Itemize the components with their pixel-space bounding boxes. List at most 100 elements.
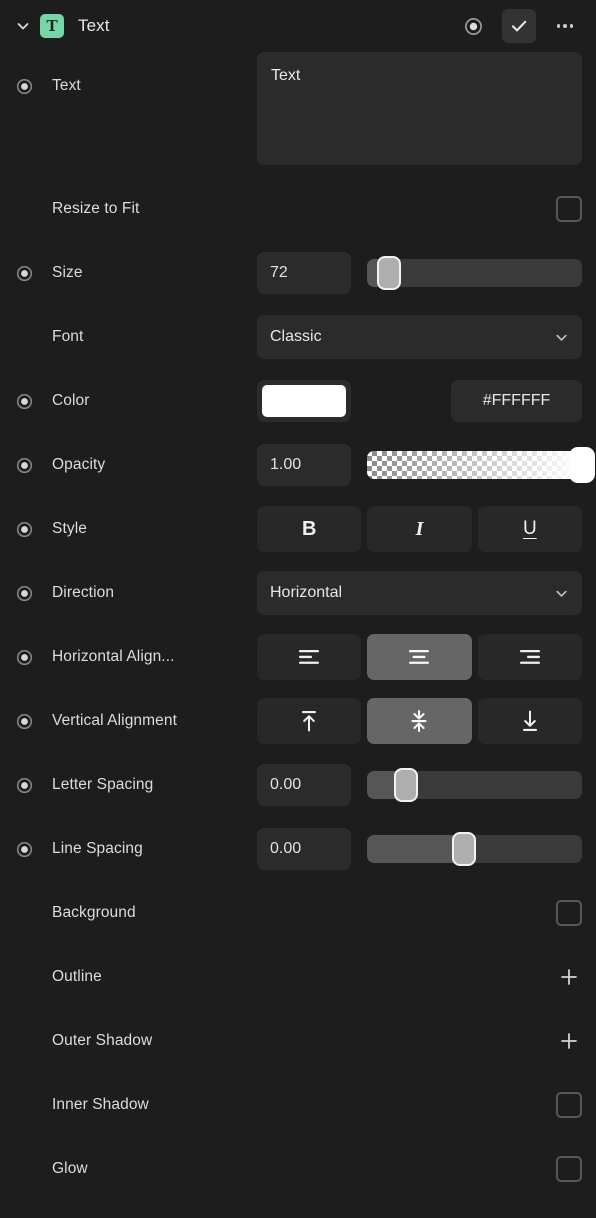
row-background: Background (0, 881, 596, 945)
label-inner-shadow: Inner Shadow (52, 1096, 149, 1113)
row-letter-spacing: Letter Spacing (0, 753, 596, 817)
letter-spacing-input[interactable] (257, 764, 351, 806)
keyframe-toggle-vertical-alignment[interactable] (10, 713, 38, 730)
size-slider-knob[interactable] (376, 256, 401, 290)
horizontal-alignment-segmented-control (257, 634, 582, 680)
keyframe-toggle-opacity[interactable] (10, 457, 38, 474)
label-letter-spacing: Letter Spacing (52, 776, 154, 793)
line-spacing-input[interactable] (257, 828, 351, 870)
opacity-slider-track (367, 451, 582, 479)
line-spacing-slider-knob[interactable] (451, 832, 476, 866)
style-segmented-control: B I U (257, 506, 582, 552)
control-vertical-alignment (257, 698, 582, 744)
color-swatch-button[interactable] (257, 380, 351, 422)
size-slider[interactable] (367, 256, 582, 290)
control-opacity (257, 444, 595, 486)
label-color: Color (52, 392, 90, 409)
row-resize-to-fit: Resize to Fit (0, 177, 596, 241)
keyframe-toggle-line-spacing[interactable] (10, 841, 38, 858)
line-spacing-slider-fill (367, 835, 464, 863)
glow-checkbox[interactable] (556, 1156, 582, 1182)
align-middle-icon[interactable] (367, 698, 472, 744)
letter-spacing-slider-knob[interactable] (393, 768, 418, 802)
control-outline (257, 964, 582, 990)
row-style: Style B I U (0, 497, 596, 561)
control-glow (257, 1156, 582, 1182)
text-properties-panel: T Text Text Resize to Fit (0, 0, 596, 1218)
chevron-down-icon[interactable] (10, 13, 36, 39)
label-direction: Direction (52, 584, 115, 601)
keyframe-toggle-horizontal-alignment[interactable] (10, 649, 38, 666)
row-font: Font Classic (0, 305, 596, 369)
text-input[interactable] (257, 52, 582, 165)
direction-dropdown[interactable]: Horizontal (257, 571, 582, 615)
record-icon[interactable] (456, 9, 490, 43)
bold-button[interactable]: B (257, 506, 362, 552)
check-icon[interactable] (502, 9, 536, 43)
vertical-alignment-segmented-control (257, 698, 582, 744)
inner-shadow-checkbox[interactable] (556, 1092, 582, 1118)
underline-glyph: U (522, 518, 537, 539)
align-bottom-icon[interactable] (477, 698, 582, 744)
row-inner-shadow: Inner Shadow (0, 1073, 596, 1137)
row-vertical-alignment: Vertical Alignment (0, 689, 596, 753)
control-line-spacing (257, 828, 582, 870)
row-outline: Outline (0, 945, 596, 1009)
font-dropdown-value: Classic (270, 328, 322, 345)
label-resize-to-fit: Resize to Fit (52, 200, 140, 217)
keyframe-toggle-text[interactable] (10, 52, 38, 120)
keyframe-toggle-letter-spacing[interactable] (10, 777, 38, 794)
chevron-down-icon (554, 330, 569, 345)
opacity-slider-knob[interactable] (569, 447, 595, 483)
row-outer-shadow: Outer Shadow (0, 1009, 596, 1073)
background-checkbox[interactable] (556, 900, 582, 926)
italic-button[interactable]: I (367, 506, 472, 552)
control-resize-to-fit (257, 196, 582, 222)
opacity-input[interactable] (257, 444, 351, 486)
bold-glyph: B (301, 517, 317, 540)
control-color (257, 380, 582, 422)
keyframe-toggle-direction[interactable] (10, 585, 38, 602)
label-line-spacing: Line Spacing (52, 840, 143, 857)
outer-shadow-add-button[interactable] (556, 1028, 582, 1054)
control-font: Classic (257, 315, 582, 359)
opacity-slider[interactable] (367, 447, 595, 483)
keyframe-toggle-style[interactable] (10, 521, 38, 538)
label-horizontal-alignment: Horizontal Align... (52, 648, 175, 665)
row-line-spacing: Line Spacing (0, 817, 596, 881)
more-dots-icon[interactable] (548, 9, 582, 43)
label-text: Text (52, 77, 81, 94)
row-color: Color (0, 369, 596, 433)
align-center-icon[interactable] (367, 634, 472, 680)
label-font: Font (52, 328, 84, 345)
label-outer-shadow: Outer Shadow (52, 1032, 153, 1049)
letter-spacing-slider[interactable] (367, 768, 582, 802)
color-hex-input[interactable] (451, 380, 582, 422)
keyframe-toggle-size[interactable] (10, 265, 38, 282)
label-opacity: Opacity (52, 456, 106, 473)
align-left-icon[interactable] (257, 634, 362, 680)
align-right-icon[interactable] (477, 634, 582, 680)
control-background (257, 900, 582, 926)
resize-to-fit-checkbox[interactable] (556, 196, 582, 222)
font-dropdown[interactable]: Classic (257, 315, 582, 359)
control-outer-shadow (257, 1028, 582, 1054)
outline-add-button[interactable] (556, 964, 582, 990)
align-top-icon[interactable] (257, 698, 362, 744)
underline-button[interactable]: U (477, 506, 582, 552)
line-spacing-slider[interactable] (367, 832, 582, 866)
row-size: Size (0, 241, 596, 305)
color-swatch (262, 385, 346, 417)
label-size: Size (52, 264, 83, 281)
label-glow: Glow (52, 1160, 88, 1177)
keyframe-toggle-color[interactable] (10, 393, 38, 410)
text-layer-icon-letter: T (46, 16, 58, 35)
page-title: Text (78, 16, 110, 35)
control-style: B I U (257, 506, 582, 552)
label-style: Style (52, 520, 87, 537)
size-input[interactable] (257, 252, 351, 294)
label-background: Background (52, 904, 136, 921)
row-opacity: Opacity (0, 433, 596, 497)
more-dots-glyph (556, 24, 574, 28)
control-direction: Horizontal (257, 571, 582, 615)
